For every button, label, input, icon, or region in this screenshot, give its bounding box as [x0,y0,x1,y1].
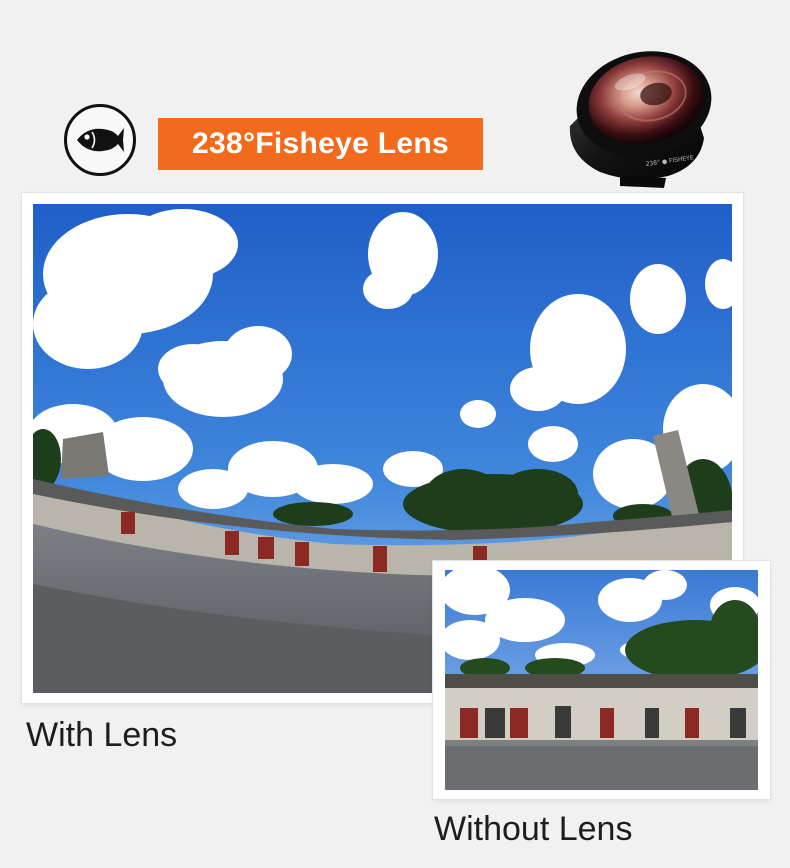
without-lens-caption: Without Lens [434,810,633,848]
title-banner: 238°Fisheye Lens [158,118,483,170]
normal-village-photo [445,570,758,790]
with-lens-caption: With Lens [26,716,178,754]
fisheye-lens-photo: 238° ● FISHEYE [560,38,720,188]
without-lens-photo-frame [433,561,770,799]
fish-icon [64,104,136,176]
